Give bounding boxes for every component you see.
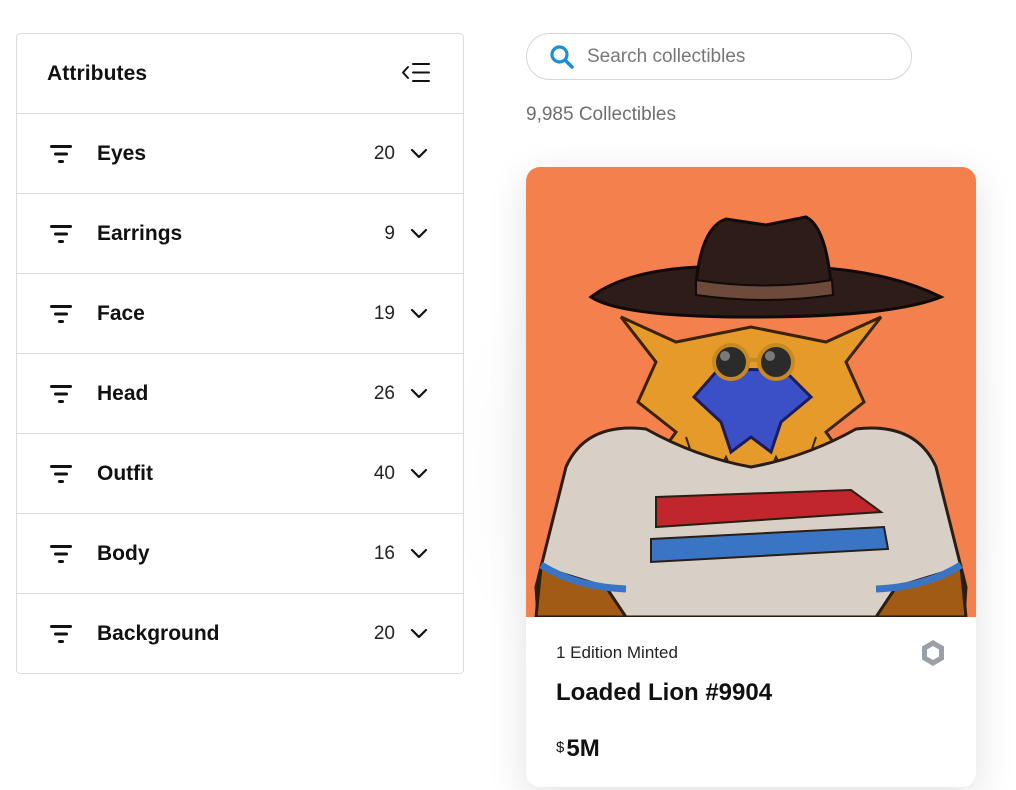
filter-icon [49,463,75,485]
attributes-title: Attributes [47,61,148,85]
edition-label: 1 Edition Minted [556,643,678,662]
card-details: 1 Edition Minted Loaded Lion #9904 $ 5M [526,617,976,763]
filter-icon [49,543,75,565]
attribute-count: 9 [384,222,395,244]
attribute-count: 16 [373,542,395,564]
collectibles-count: 9,985 Collectibles [526,104,676,125]
attribute-row-outfit[interactable]: Outfit 40 [17,434,463,514]
filter-icon [49,143,75,165]
attribute-label: Outfit [97,461,153,485]
attribute-count: 19 [373,302,395,324]
attribute-row-body[interactable]: Body 16 [17,514,463,594]
attribute-label: Face [97,301,145,325]
attribute-row-face[interactable]: Face 19 [17,274,463,354]
attribute-count: 26 [373,382,395,404]
price: $ 5M [556,735,946,763]
attributes-header: Attributes [17,34,463,114]
attribute-label: Background [97,622,220,645]
attribute-count: 20 [373,142,395,164]
collapse-sidebar-icon[interactable] [401,59,431,89]
attribute-row-head[interactable]: Head 26 [17,354,463,434]
price-value: 5M [566,735,600,762]
attribute-label: Earrings [97,221,183,245]
search-input[interactable] [587,45,887,68]
blockchain-icon [920,639,946,667]
attribute-row-earrings[interactable]: Earrings 9 [17,194,463,274]
filter-icon [49,223,75,245]
price-currency: $ [556,739,565,756]
filter-icon [49,623,75,645]
search-icon [549,44,575,70]
collectible-card[interactable]: 1 Edition Minted Loaded Lion #9904 $ 5M [526,167,976,787]
filter-icon [49,303,75,325]
attribute-label: Body [97,541,150,565]
attribute-row-background[interactable]: Background 20 [17,594,463,674]
attribute-row-eyes[interactable]: Eyes 20 [17,114,463,194]
attribute-label: Head [97,381,149,405]
attribute-label: Eyes [97,141,147,165]
attribute-count: 40 [373,462,395,484]
search-bar[interactable] [526,33,912,80]
collectible-name[interactable]: Loaded Lion #9904 [556,679,946,707]
filter-icon [49,383,75,405]
collectible-image[interactable] [526,167,976,619]
attribute-count: 20 [373,623,395,644]
attributes-panel: Attributes Eyes 20 Earrings 9 Face 19 He… [16,33,464,674]
